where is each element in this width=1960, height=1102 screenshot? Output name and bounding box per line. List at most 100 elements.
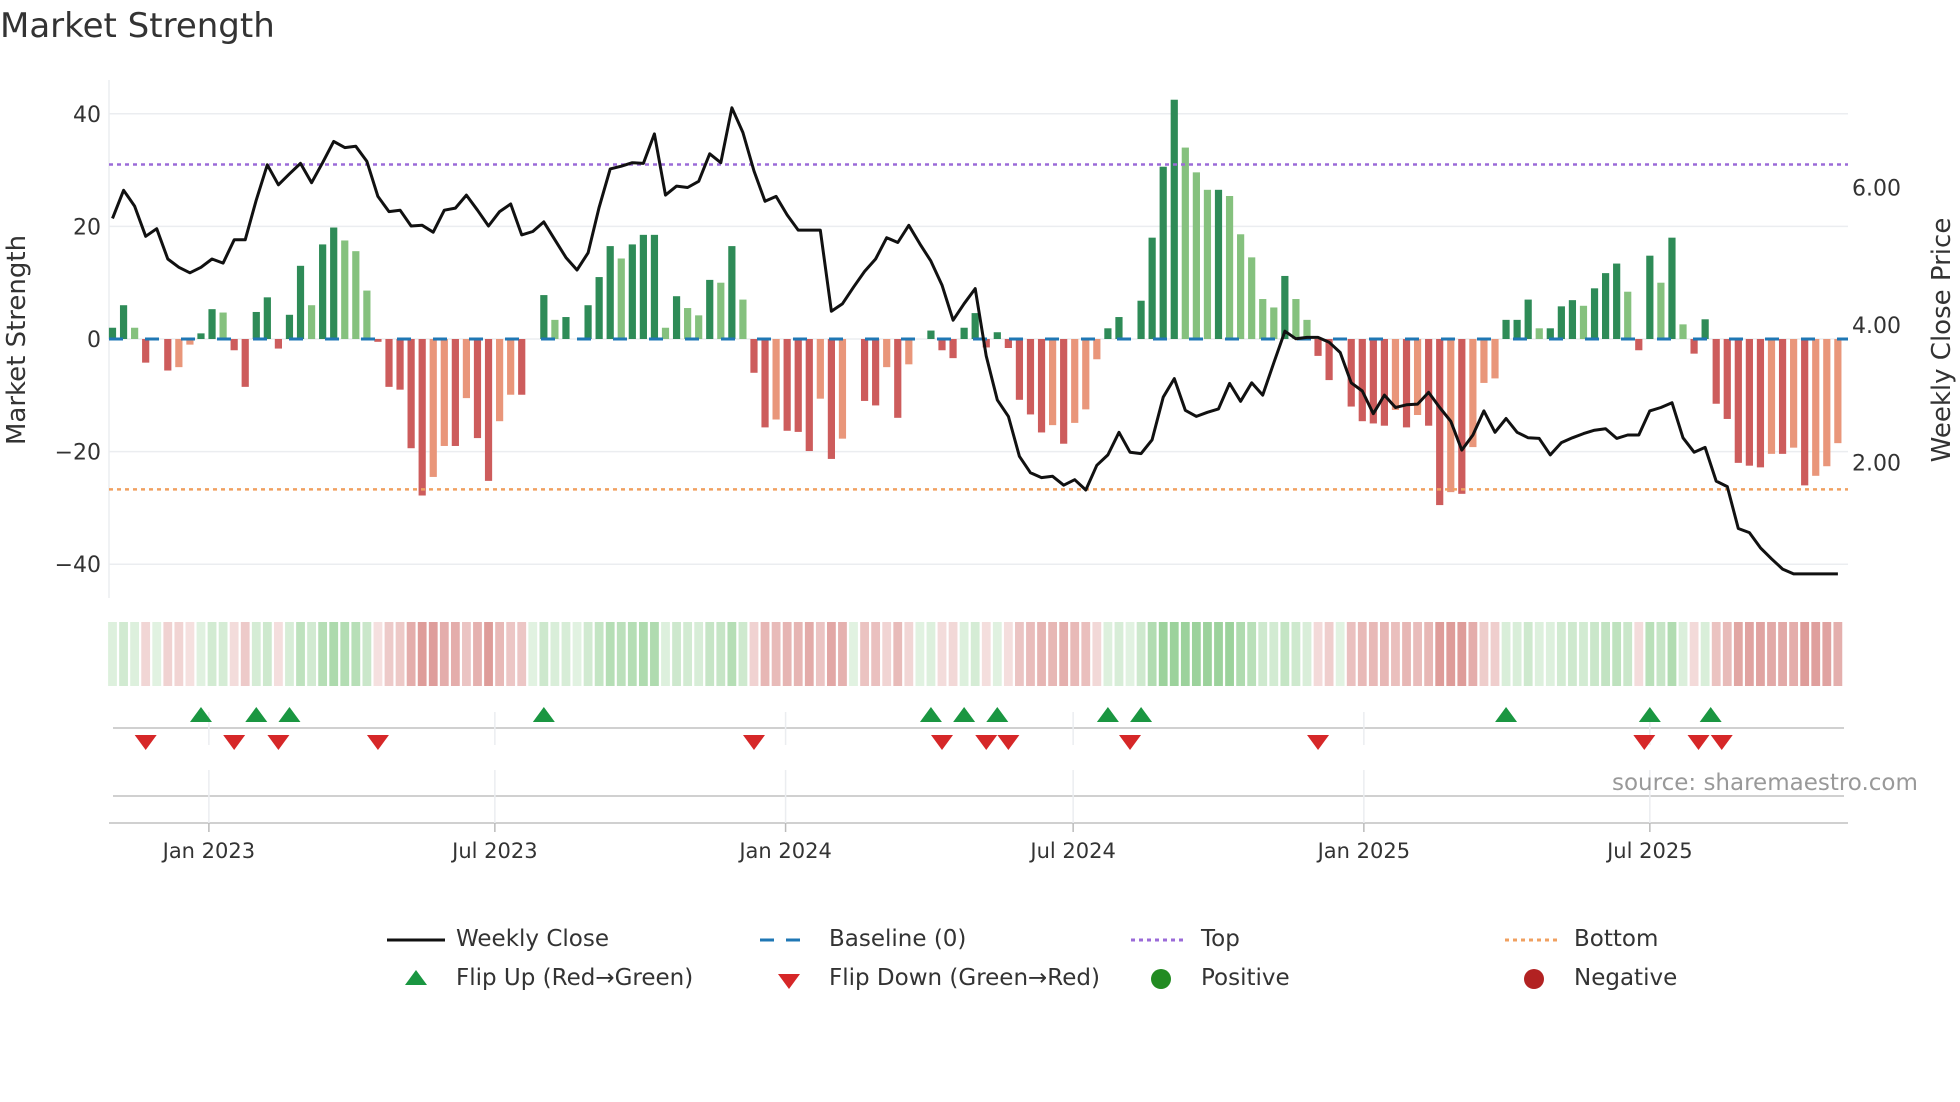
heat-strip-cell [860, 622, 869, 686]
strength-bar-negative [949, 339, 957, 359]
heat-strip-cell [838, 622, 847, 686]
flip-down-marker [975, 735, 998, 750]
strength-bar-negative [429, 339, 437, 477]
strength-bar-negative [872, 339, 880, 406]
strength-bar-positive [971, 313, 979, 339]
strength-bar-positive [562, 317, 570, 339]
heat-strip-cell [804, 622, 814, 686]
strength-bar-positive [1657, 282, 1665, 339]
strength-bar-negative [142, 339, 150, 363]
strength-bar-negative [385, 339, 393, 387]
heat-strip-cell [1015, 622, 1024, 686]
flip-down-marker [366, 735, 389, 750]
heat-strip-cell [1590, 622, 1599, 686]
x-tick-label: Jul 2023 [450, 839, 537, 863]
strength-bar-positive [706, 279, 714, 339]
y-axis-label: Market Strength [2, 235, 32, 445]
heat-strip-cell [1424, 622, 1434, 686]
heat-strip-cell [318, 622, 328, 686]
strength-bar-positive [672, 296, 681, 339]
strength-bar-positive [1502, 319, 1510, 339]
strength-bar-positive [993, 332, 1001, 339]
heat-strip-cell [163, 622, 173, 686]
strength-bar-positive [1148, 237, 1156, 339]
heat-strip-cell [1800, 622, 1810, 686]
heat-strip-cell [760, 622, 770, 686]
heat-strip-cell [937, 622, 947, 686]
heat-strip-cell [1833, 622, 1843, 686]
heat-strip-cell [627, 622, 637, 686]
strength-bar-positive [584, 305, 592, 339]
flip-down-marker [931, 735, 953, 750]
strength-bar-negative [794, 339, 802, 432]
heat-strip-cell [672, 622, 681, 686]
flip-up-marker [1638, 707, 1661, 722]
strength-bar-negative [462, 339, 471, 399]
flip-down-marker [223, 735, 246, 750]
heat-strip-cell [959, 622, 969, 686]
strength-bar-positive [1203, 189, 1212, 339]
strength-bar-negative [905, 339, 913, 365]
legend-top: Top [1201, 926, 1240, 952]
legend-weekly-close: Weekly Close [456, 926, 609, 952]
strength-bar-positive [617, 258, 625, 339]
strength-bar-positive [1590, 288, 1599, 339]
heat-strip-cell [218, 622, 228, 686]
strength-bar-positive [1104, 328, 1112, 339]
y2-tick-label: 2.00 [1852, 452, 1901, 477]
heat-strip-cell [1711, 622, 1721, 686]
strength-bar-negative [1082, 339, 1090, 410]
strength-bar-negative [1635, 339, 1643, 351]
strength-bar-positive [1214, 189, 1223, 339]
heat-strip-cell [1180, 622, 1190, 686]
strength-bar-negative [440, 339, 448, 446]
heat-strip-cell [1733, 622, 1743, 686]
strength-bar-positive [307, 305, 316, 339]
strength-bar-negative [484, 339, 493, 481]
heat-strip-cell [1391, 622, 1400, 686]
strength-bar-negative [1436, 339, 1444, 506]
x-tick-label: Jul 2024 [1028, 839, 1115, 863]
strength-bar-negative [164, 339, 172, 371]
strength-bar-positive [606, 246, 614, 339]
strength-bar-positive [131, 327, 139, 339]
y-tick-label: 20 [73, 215, 101, 240]
y-tick-label: 40 [73, 103, 101, 128]
heat-strip-cell [849, 622, 858, 686]
heat-strip-cell [340, 622, 350, 686]
heat-strip-cell [1258, 622, 1268, 686]
strength-bar-negative [407, 339, 415, 449]
heat-strip-cell [1147, 622, 1157, 686]
strength-bar-positive [285, 314, 294, 339]
heat-strip-cell [1756, 622, 1765, 686]
heat-strip-cell [904, 622, 914, 686]
heat-strip-cell [1169, 622, 1179, 686]
heat-strip-cell [240, 622, 250, 686]
heat-strip-cell [926, 622, 936, 686]
heat-strip-cell [1512, 622, 1522, 686]
source-label: source: sharemaestro.com [1612, 770, 1918, 796]
heat-strip-cell [141, 622, 151, 686]
heat-strip-cell [1479, 622, 1489, 686]
heat-strip-cell [981, 622, 991, 686]
heat-strip-cell [1225, 622, 1234, 686]
heat-strip-cell [815, 622, 825, 686]
heat-strip-cell [583, 622, 593, 686]
strength-bar-negative [816, 339, 824, 399]
strength-bar-positive [1668, 237, 1676, 339]
flip-up-marker [986, 707, 1009, 722]
heat-strip-cell [1402, 622, 1411, 686]
heat-strip-cell [1446, 622, 1456, 686]
heat-strip-cell [251, 622, 261, 686]
strength-bar-negative [241, 339, 249, 387]
strength-bar-negative [1049, 339, 1057, 426]
strength-bar-positive [219, 312, 227, 339]
heat-strip-cell [1501, 622, 1511, 686]
y-tick-label: 0 [87, 328, 101, 353]
weekly-close-line [111, 106, 1838, 576]
strength-bar-positive [1159, 166, 1167, 339]
heat-strip-cell [373, 622, 383, 686]
strength-bar-negative [1015, 339, 1024, 400]
strength-bar-positive [197, 333, 205, 339]
heat-strip-cell [185, 622, 195, 686]
